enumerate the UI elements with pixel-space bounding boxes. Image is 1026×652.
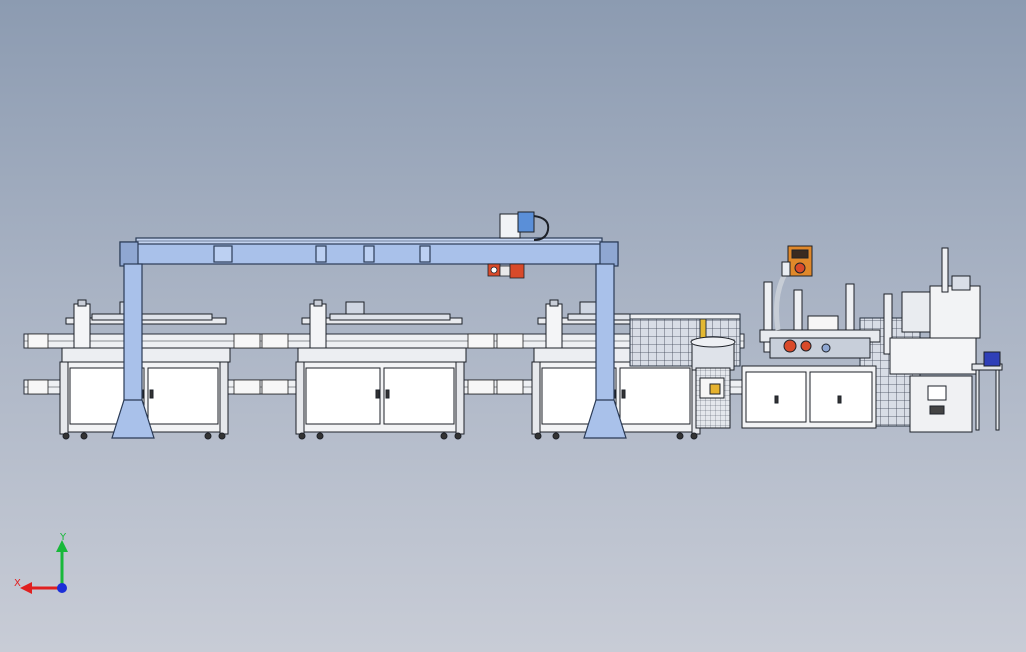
assembly-drawing[interactable] — [0, 0, 1026, 652]
x-axis-label: X — [14, 578, 21, 589]
gantry-carriage[interactable] — [499, 211, 550, 241]
workstation-2[interactable] — [295, 299, 467, 440]
x-axis-arrowhead — [20, 582, 32, 594]
axis-triad: Y X — [14, 532, 68, 594]
parts-bin[interactable] — [983, 351, 1001, 367]
z-axis-dot — [57, 583, 67, 593]
robot-gripper[interactable] — [487, 263, 525, 279]
assembly-machine[interactable] — [741, 281, 893, 429]
cad-viewport[interactable]: Y X — [0, 0, 1026, 652]
y-axis-label: Y — [59, 532, 67, 543]
vibratory-feeder[interactable] — [690, 336, 736, 429]
